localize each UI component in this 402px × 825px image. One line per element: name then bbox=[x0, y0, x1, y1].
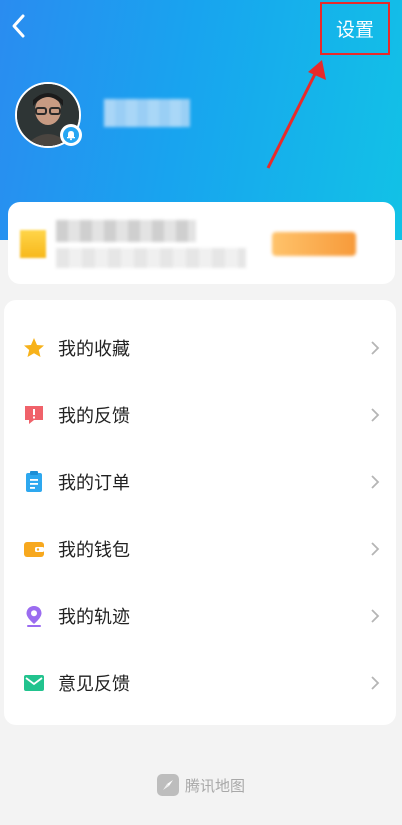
menu-item-label: 我的钱包 bbox=[58, 539, 130, 561]
menu-item-label: 我的轨迹 bbox=[58, 606, 130, 628]
membership-card[interactable] bbox=[8, 202, 395, 284]
level-action-blurred[interactable] bbox=[272, 232, 356, 256]
level-detail-blurred bbox=[56, 248, 246, 268]
username-blurred bbox=[104, 99, 190, 127]
star-icon bbox=[24, 337, 44, 357]
menu-item-label: 我的收藏 bbox=[58, 338, 130, 360]
brand-name: 腾讯地图 bbox=[184, 776, 245, 795]
annotation-arrow bbox=[266, 60, 326, 169]
feedback-alert-icon bbox=[25, 405, 43, 424]
location-pin-icon bbox=[26, 605, 42, 627]
footer-brand: 腾讯地图 bbox=[0, 772, 402, 798]
mail-icon bbox=[24, 674, 44, 691]
menu-item-label: 我的反馈 bbox=[58, 405, 130, 427]
clipboard-icon bbox=[26, 470, 42, 492]
menu-item-favorites[interactable]: 我的收藏 bbox=[4, 314, 396, 381]
level-icon bbox=[20, 230, 46, 258]
menu-item-orders[interactable]: 我的订单 bbox=[4, 448, 396, 515]
menu-list: 我的收藏 我的反馈 我的订单 我的钱包 我的轨迹 意见反馈 bbox=[4, 300, 396, 725]
chevron-right-icon bbox=[371, 608, 380, 623]
chevron-right-icon bbox=[371, 675, 380, 690]
menu-item-suggestion[interactable]: 意见反馈 bbox=[4, 649, 396, 716]
menu-item-my-feedback[interactable]: 我的反馈 bbox=[4, 381, 396, 448]
chevron-right-icon bbox=[371, 541, 380, 556]
chevron-right-icon bbox=[371, 407, 380, 422]
chevron-left-icon[interactable] bbox=[8, 12, 30, 40]
wallet-icon bbox=[24, 541, 44, 557]
chevron-right-icon bbox=[371, 474, 380, 489]
settings-label: 设置 bbox=[335, 19, 374, 41]
menu-item-label: 我的订单 bbox=[58, 472, 130, 494]
menu-item-label: 意见反馈 bbox=[58, 673, 130, 695]
compass-icon bbox=[156, 774, 179, 796]
settings-button[interactable]: 设置 bbox=[320, 2, 390, 55]
bell-icon bbox=[60, 124, 82, 146]
menu-item-wallet[interactable]: 我的钱包 bbox=[4, 515, 396, 582]
chevron-right-icon bbox=[371, 340, 380, 355]
level-info-blurred bbox=[56, 220, 196, 242]
menu-item-track[interactable]: 我的轨迹 bbox=[4, 582, 396, 649]
